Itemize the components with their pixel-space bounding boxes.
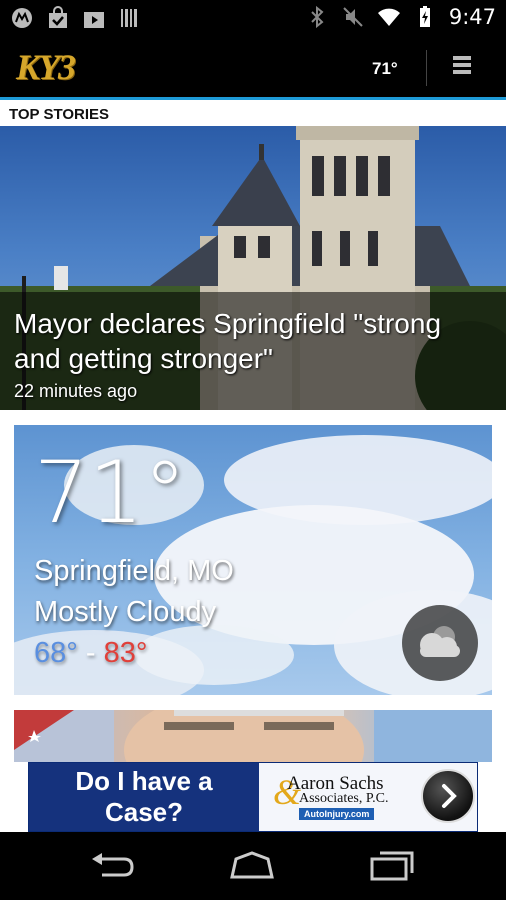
- weather-location: Springfield, MO: [34, 555, 234, 587]
- home-icon[interactable]: [228, 849, 276, 881]
- ad-headline-line1: Do I have a: [75, 766, 213, 796]
- top-story-card[interactable]: Mayor declares Springfield "strong and g…: [0, 126, 506, 410]
- mute-icon: [343, 7, 363, 27]
- ad-url: AutoInjury.com: [299, 808, 375, 820]
- weather-range: 68° - 83°: [34, 637, 148, 670]
- clock: 9:47: [448, 5, 496, 29]
- bluetooth-icon: [311, 5, 324, 29]
- top-story-caption: Mayor declares Springfield "strong and g…: [0, 292, 506, 410]
- overflow-menu-icon[interactable]: [450, 56, 474, 80]
- story-photo: [14, 710, 492, 762]
- section-title: TOP STORIES: [0, 103, 506, 127]
- shopping-bag-icon: [49, 6, 67, 28]
- barcode-icon: [121, 9, 137, 27]
- ky3-logo[interactable]: KY3: [16, 46, 76, 88]
- app-bar: KY3 71°: [0, 36, 506, 100]
- top-story-timestamp: 22 minutes ago: [14, 381, 138, 401]
- header-temperature[interactable]: 71°: [372, 59, 398, 79]
- play-store-icon: [84, 12, 104, 28]
- status-bar: 9:47: [0, 0, 506, 36]
- ad-headline-line2: Case?: [104, 797, 184, 827]
- weather-temperature: 71°: [34, 443, 187, 543]
- ad-firm-subtitle: Associates, P.C.: [299, 791, 389, 806]
- top-story-headline[interactable]: Mayor declares Springfield "strong and g…: [14, 306, 492, 376]
- story-card[interactable]: [14, 710, 492, 762]
- weather-low: 68°: [34, 637, 78, 669]
- cloudy-icon: [402, 605, 478, 681]
- motorola-icon: [12, 8, 32, 28]
- weather-condition: Mostly Cloudy: [34, 596, 217, 628]
- ad-banner[interactable]: Do I have a Case? & Aaron Sachs Associat…: [28, 762, 478, 832]
- recents-icon[interactable]: [368, 849, 416, 881]
- weather-range-separator: -: [85, 637, 96, 669]
- ad-headline: Do I have a Case?: [29, 763, 259, 831]
- back-icon[interactable]: [88, 849, 136, 881]
- system-nav-bar: [0, 832, 506, 900]
- chevron-right-icon[interactable]: [421, 769, 475, 823]
- ad-advertiser: & Aaron Sachs Associates, P.C. AutoInjur…: [259, 763, 477, 831]
- header-divider: [426, 50, 427, 86]
- wifi-icon: [377, 8, 400, 26]
- battery-icon: [419, 6, 430, 27]
- weather-high: 83°: [103, 637, 148, 669]
- weather-card[interactable]: 71° Springfield, MO Mostly Cloudy 68° - …: [14, 425, 492, 695]
